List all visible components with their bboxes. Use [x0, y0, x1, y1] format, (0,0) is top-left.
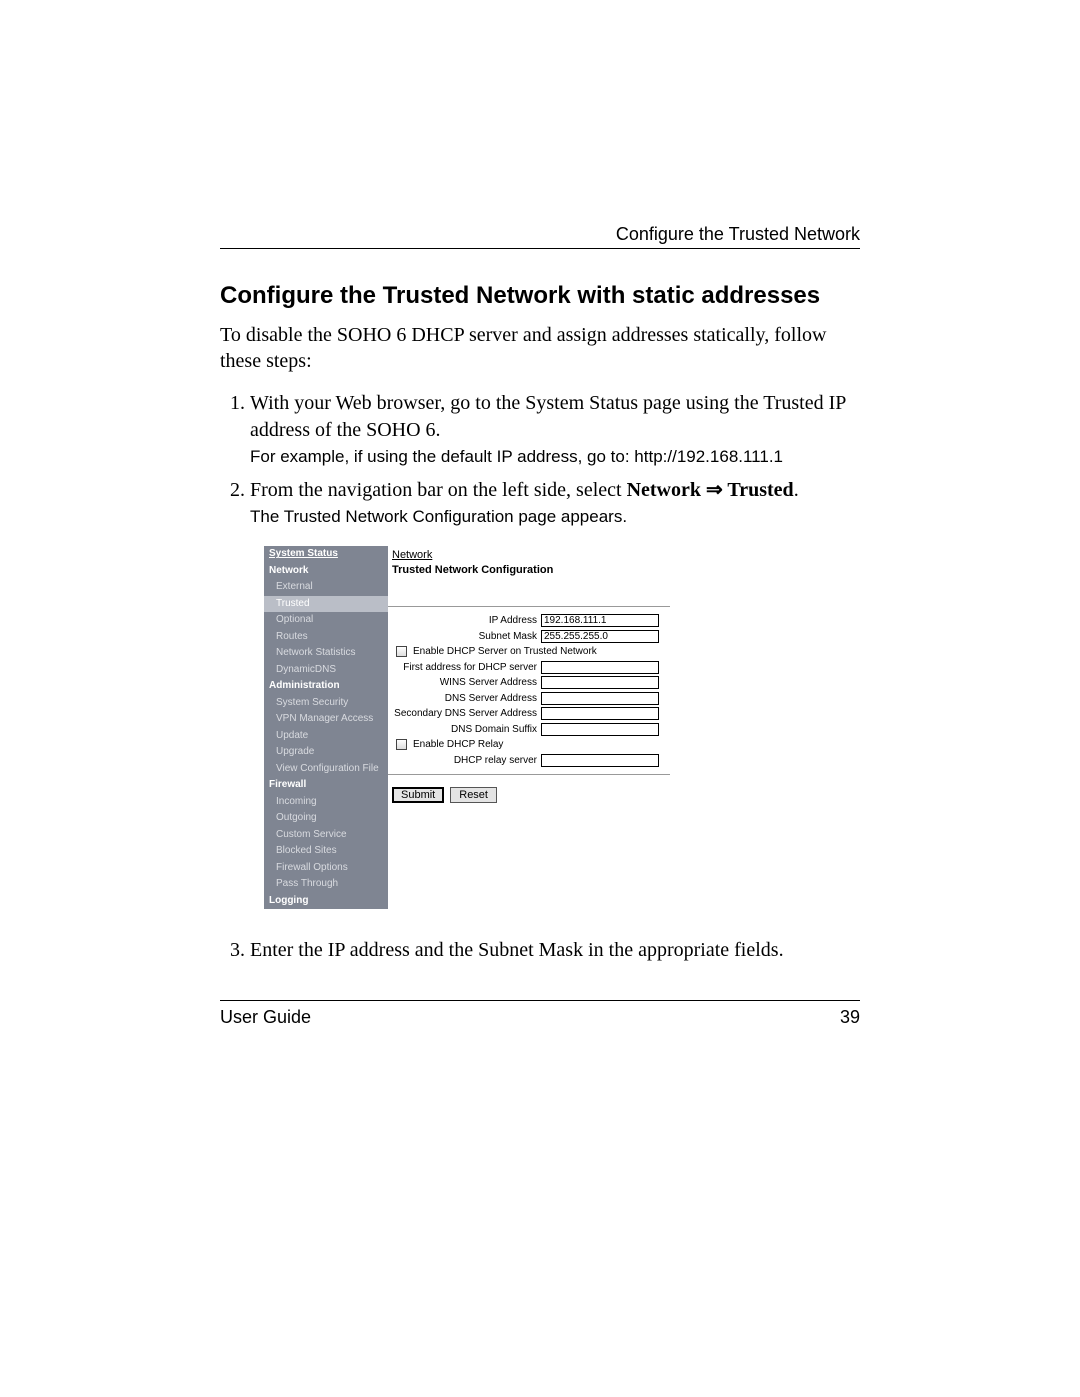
- nav-sidebar: System StatusNetworkExternalTrustedOptio…: [264, 546, 388, 909]
- input-dns-server[interactable]: [541, 692, 659, 705]
- sidebar-item[interactable]: Incoming: [264, 794, 388, 811]
- footer-left: User Guide: [220, 1007, 311, 1028]
- button-row: Submit Reset: [388, 781, 670, 809]
- input-ip-address[interactable]: [541, 614, 659, 627]
- row-enable-dhcp-relay: Enable DHCP Relay: [388, 737, 670, 753]
- sidebar-heading[interactable]: Logging: [264, 893, 388, 910]
- sidebar-item[interactable]: Pass Through: [264, 876, 388, 893]
- row-ip-address: IP Address: [388, 613, 670, 629]
- row-dns-server: DNS Server Address: [388, 691, 670, 707]
- sidebar-item[interactable]: Trusted: [264, 596, 388, 613]
- sidebar-heading[interactable]: Firewall: [264, 777, 388, 794]
- step-1-sub: For example, if using the default IP add…: [250, 446, 860, 469]
- steps-list: With your Web browser, go to the System …: [220, 390, 860, 965]
- label-sec-dns-server: Secondary DNS Server Address: [392, 707, 537, 721]
- input-first-address[interactable]: [541, 661, 659, 674]
- step-2: From the navigation bar on the left side…: [250, 477, 860, 910]
- page-title: Trusted Network Configuration: [388, 563, 670, 582]
- breadcrumb[interactable]: Network: [388, 546, 670, 563]
- row-enable-dhcp-server: Enable DHCP Server on Trusted Network: [388, 644, 670, 660]
- row-dns-suffix: DNS Domain Suffix: [388, 722, 670, 738]
- checkbox-enable-dhcp-relay[interactable]: [396, 739, 407, 750]
- row-dhcp-relay-server: DHCP relay server: [388, 753, 670, 769]
- row-wins-server: WINS Server Address: [388, 675, 670, 691]
- sidebar-item[interactable]: View Configuration File: [264, 761, 388, 778]
- input-dhcp-relay-server[interactable]: [541, 754, 659, 767]
- section-title: Configure the Trusted Network with stati…: [220, 282, 860, 310]
- sidebar-item[interactable]: Outgoing: [264, 810, 388, 827]
- submit-button[interactable]: Submit: [392, 787, 444, 803]
- sidebar-item[interactable]: Network Statistics: [264, 645, 388, 662]
- sidebar-heading[interactable]: System Status: [264, 546, 388, 563]
- row-subnet-mask: Subnet Mask: [388, 629, 670, 645]
- header-rule: [220, 248, 860, 249]
- footer-right: 39: [840, 1007, 860, 1028]
- sidebar-heading[interactable]: Administration: [264, 678, 388, 695]
- label-enable-dhcp-server: Enable DHCP Server on Trusted Network: [413, 645, 597, 659]
- label-ip-address: IP Address: [392, 614, 537, 628]
- checkbox-enable-dhcp-server[interactable]: [396, 646, 407, 657]
- sidebar-item[interactable]: DynamicDNS: [264, 662, 388, 679]
- sidebar-item[interactable]: Upgrade: [264, 744, 388, 761]
- sidebar-heading[interactable]: Network: [264, 563, 388, 580]
- sidebar-item[interactable]: System Security: [264, 695, 388, 712]
- config-pane: Network Trusted Network Configuration IP…: [388, 546, 670, 909]
- step-3: Enter the IP address and the Subnet Mask…: [250, 937, 860, 964]
- footer: User Guide 39: [220, 1007, 860, 1028]
- page: Configure the Trusted Network Configure …: [0, 0, 1080, 1397]
- nav-path-suffix: .: [794, 479, 799, 501]
- sidebar-item[interactable]: Blocked Sites: [264, 843, 388, 860]
- label-subnet-mask: Subnet Mask: [392, 630, 537, 644]
- label-dns-suffix: DNS Domain Suffix: [392, 723, 537, 737]
- step-2-sub: The Trusted Network Configuration page a…: [250, 506, 860, 529]
- sidebar-item[interactable]: Update: [264, 728, 388, 745]
- label-enable-dhcp-relay: Enable DHCP Relay: [413, 738, 503, 752]
- intro-paragraph: To disable the SOHO 6 DHCP server and as…: [220, 322, 860, 374]
- input-wins-server[interactable]: [541, 676, 659, 689]
- label-dns-server: DNS Server Address: [392, 692, 537, 706]
- input-dns-suffix[interactable]: [541, 723, 659, 736]
- label-dhcp-relay-server: DHCP relay server: [392, 754, 537, 768]
- separator: [388, 774, 670, 775]
- reset-button[interactable]: Reset: [450, 787, 497, 803]
- content: Configure the Trusted Network with stati…: [220, 282, 860, 972]
- sidebar-item[interactable]: Optional: [264, 612, 388, 629]
- input-sec-dns-server[interactable]: [541, 707, 659, 720]
- sidebar-item[interactable]: Firewall Options: [264, 860, 388, 877]
- sidebar-item[interactable]: Routes: [264, 629, 388, 646]
- step-1: With your Web browser, go to the System …: [250, 390, 860, 469]
- footer-rule: [220, 1000, 860, 1001]
- step-2-text: From the navigation bar on the left side…: [250, 479, 627, 501]
- sidebar-item[interactable]: VPN Manager Access: [264, 711, 388, 728]
- label-wins-server: WINS Server Address: [392, 676, 537, 690]
- input-subnet-mask[interactable]: [541, 630, 659, 643]
- row-first-address: First address for DHCP server: [388, 660, 670, 676]
- step-1-text: With your Web browser, go to the System …: [250, 392, 846, 441]
- separator: [388, 606, 670, 607]
- running-header: Configure the Trusted Network: [616, 224, 860, 245]
- config-screenshot: System StatusNetworkExternalTrustedOptio…: [264, 546, 670, 909]
- sidebar-item[interactable]: External: [264, 579, 388, 596]
- step-3-text: Enter the IP address and the Subnet Mask…: [250, 939, 784, 961]
- sidebar-item[interactable]: Custom Service: [264, 827, 388, 844]
- nav-path: Network ⇒ Trusted: [627, 479, 794, 501]
- row-sec-dns-server: Secondary DNS Server Address: [388, 706, 670, 722]
- label-first-address: First address for DHCP server: [392, 661, 537, 675]
